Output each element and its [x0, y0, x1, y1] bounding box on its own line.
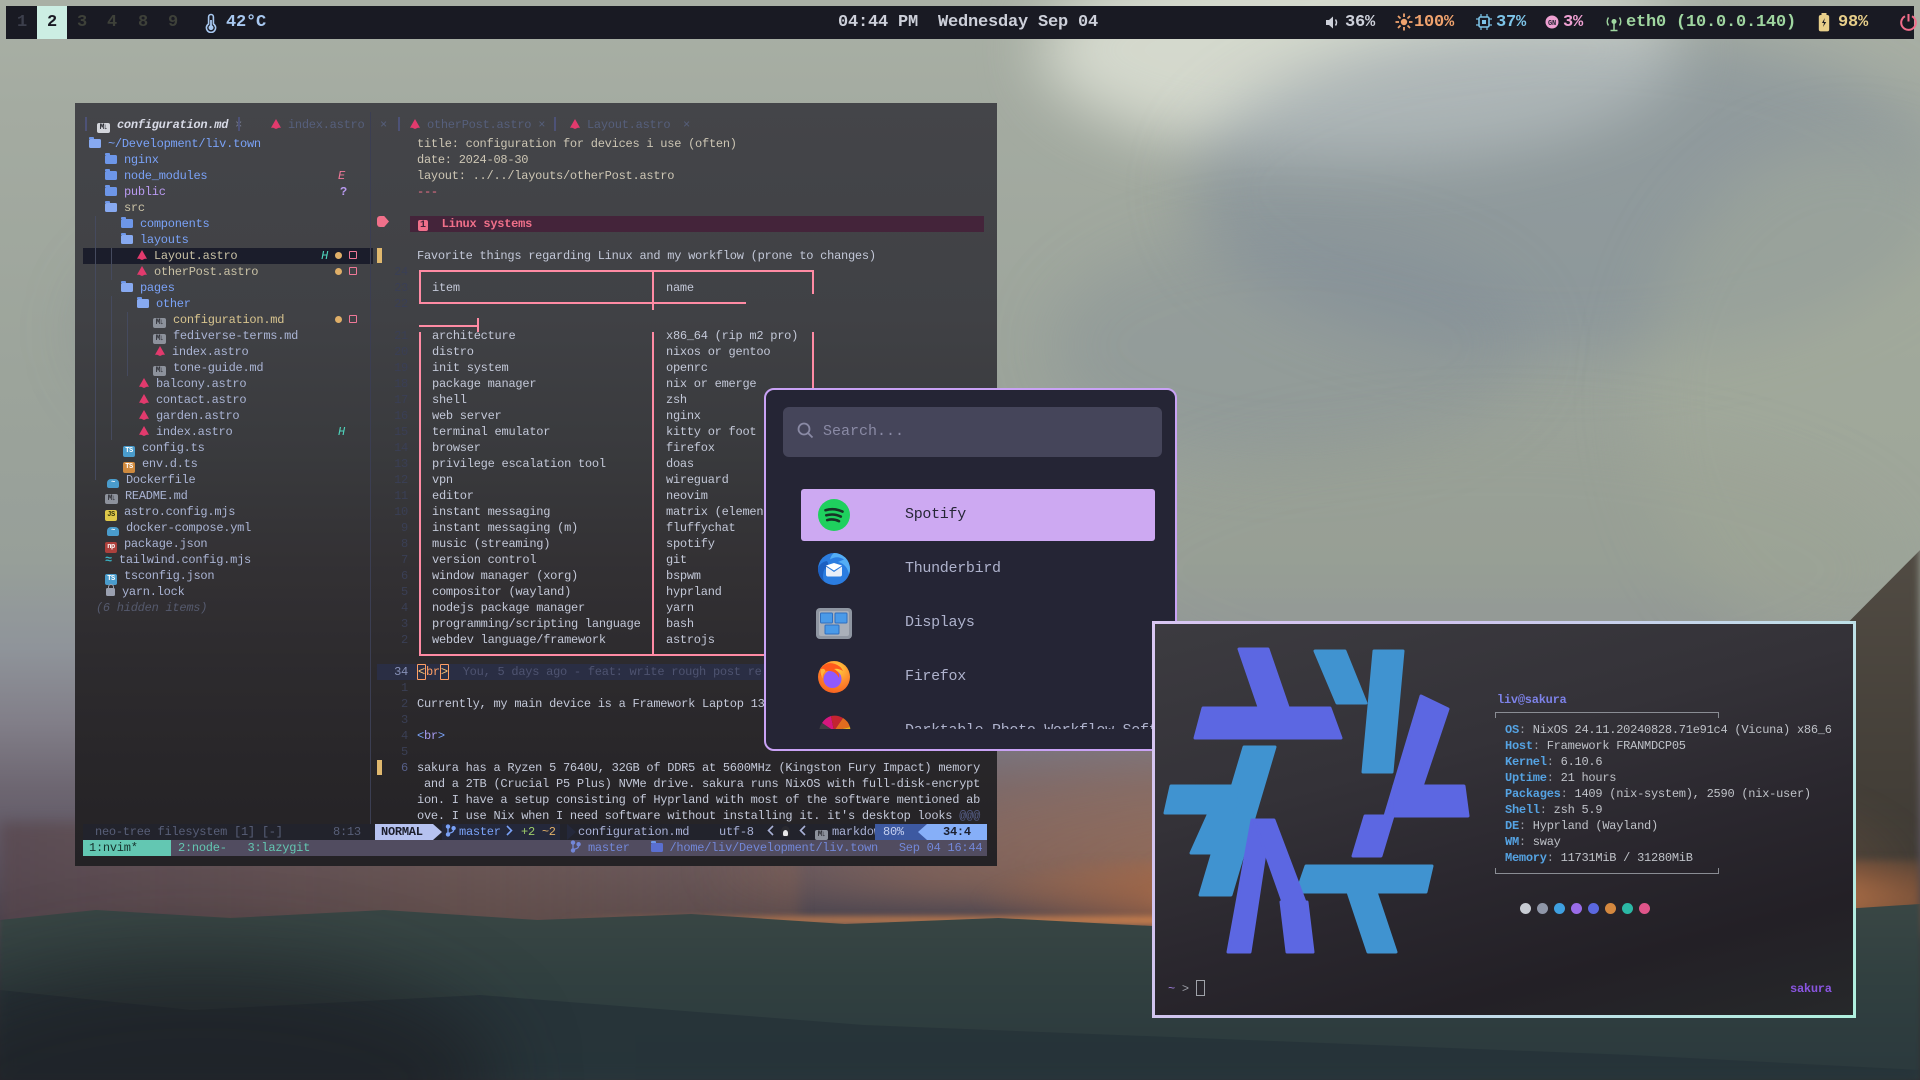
- svg-text:GN: GN: [1548, 20, 1556, 28]
